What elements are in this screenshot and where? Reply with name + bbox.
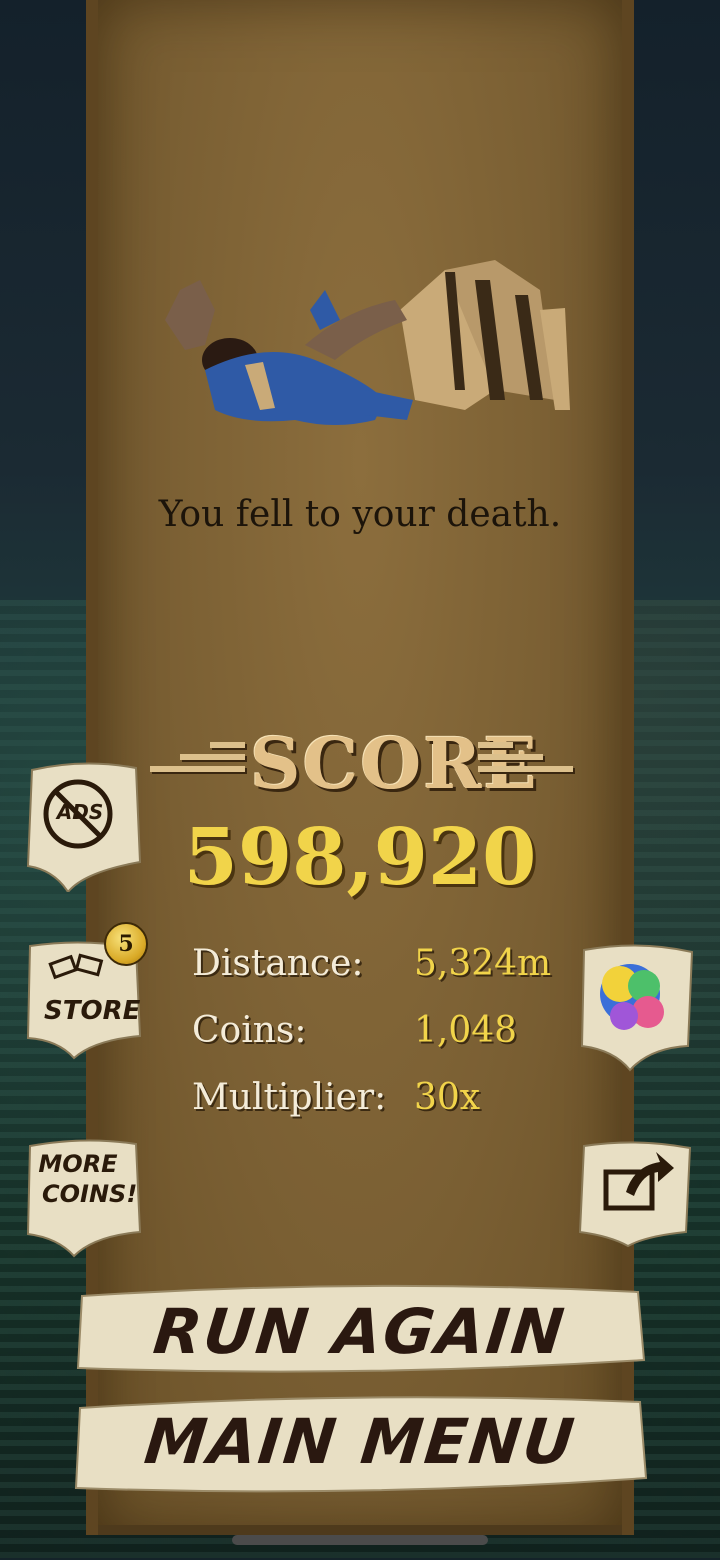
stat-label: Multiplier: — [192, 1077, 387, 1118]
home-indicator[interactable] — [232, 1535, 488, 1545]
main-menu-label: MAIN MENU — [140, 1404, 580, 1478]
score-decoration-left — [150, 742, 245, 792]
run-again-label: RUN AGAIN — [150, 1294, 570, 1368]
run-stats: Distance: 5,324m Coins: 1,048 Multiplier… — [192, 930, 592, 1131]
more-coins-button[interactable]: MORE COINS! — [24, 1138, 142, 1258]
remove-ads-button[interactable]: ADS — [24, 762, 142, 892]
stat-value: 1,048 — [414, 1010, 518, 1051]
gems-icon — [580, 944, 694, 1072]
stat-row-multiplier: Multiplier: 30x — [192, 1064, 592, 1131]
ads-label: ADS — [56, 800, 104, 824]
stat-value: 30x — [414, 1077, 481, 1118]
more-coins-label-line1: MORE — [38, 1150, 118, 1178]
stat-row-coins: Coins: 1,048 — [192, 997, 592, 1064]
falling-explorer-illustration — [165, 260, 570, 425]
share-button[interactable] — [576, 1140, 694, 1260]
share-icon — [578, 1141, 692, 1248]
stat-label: Distance: — [192, 943, 364, 984]
score-decoration-right — [478, 742, 573, 792]
explorer-figure — [165, 280, 413, 425]
stat-value: 5,324m — [414, 943, 552, 984]
score-heading: SCORE — [250, 722, 539, 805]
store-label: STORE — [44, 996, 141, 1026]
stat-label: Coins: — [192, 1010, 307, 1051]
main-menu-button[interactable]: MAIN MENU — [72, 1392, 648, 1493]
cliff-pillars — [400, 260, 570, 410]
more-coins-label-line2: COINS! — [42, 1180, 138, 1208]
store-notification-badge: 5 — [104, 922, 148, 966]
gems-button[interactable] — [580, 944, 698, 1072]
run-again-button[interactable]: RUN AGAIN — [72, 1282, 648, 1380]
stat-row-distance: Distance: 5,324m — [192, 930, 592, 997]
score-value: 598,920 — [183, 812, 537, 903]
scroll-icon — [26, 762, 142, 892]
death-message: You fell to your death. — [158, 494, 562, 535]
